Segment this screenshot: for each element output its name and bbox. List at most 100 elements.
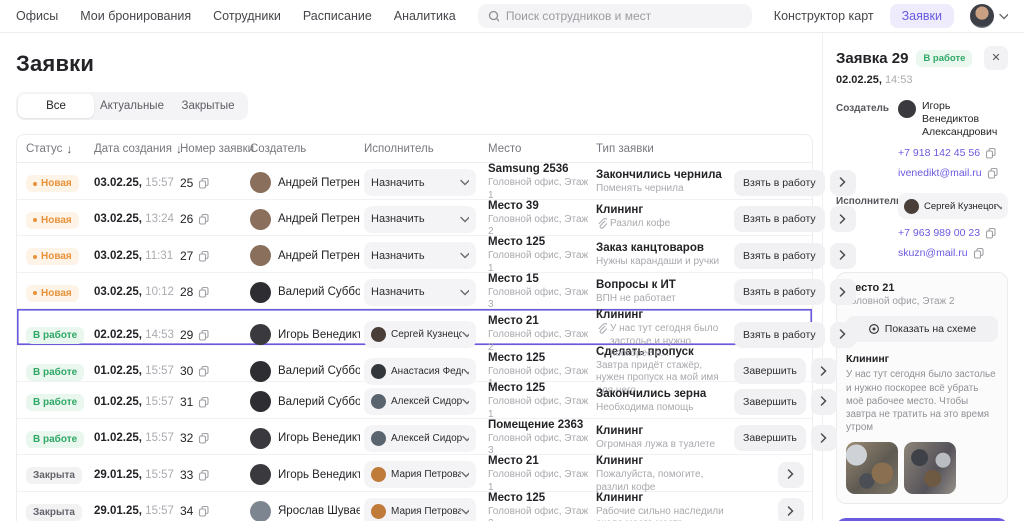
copy-icon[interactable] <box>198 432 210 444</box>
table-row[interactable]: Новая 03.02.25, 13:24 26 Андрей Петренко… <box>17 200 812 237</box>
assignee-dropdown[interactable]: Мария Петрова А. <box>364 498 476 521</box>
table-row[interactable]: Новая 03.02.25, 10:12 28 Валерий Субботи… <box>17 273 812 310</box>
request-type-cell: Клининг Пожалуйста, помогите, разлил коф… <box>596 455 730 494</box>
open-request-button[interactable] <box>778 462 804 488</box>
copy-icon[interactable] <box>985 147 997 159</box>
open-request-button[interactable] <box>830 322 856 348</box>
table-row[interactable]: В работе 02.02.25, 14:53 29 Игорь Венеди… <box>17 309 812 346</box>
open-request-button[interactable] <box>811 425 837 451</box>
assignee-dropdown[interactable]: Назначить <box>364 169 476 196</box>
nav-item-employees[interactable]: Сотрудники <box>213 9 281 23</box>
nav-item-analytics[interactable]: Аналитика <box>394 9 456 23</box>
column-header-type: Тип заявки <box>596 143 730 155</box>
place-cell: Помещение 2363 Головной офис, Этаж 3 <box>488 419 592 458</box>
open-request-button[interactable] <box>830 170 856 196</box>
column-header-status[interactable]: Статус↓ <box>26 142 90 156</box>
table-row[interactable]: Закрыта 29.01.25, 15:57 33 Игорь Венедик… <box>17 455 812 492</box>
request-type-cell: Клининг У нас тут сегодня было застолье … <box>596 309 730 361</box>
status-badge: В работе <box>26 364 84 381</box>
table-row[interactable]: В работе 01.02.25, 15:57 32 Игорь Венеди… <box>17 419 812 456</box>
open-request-button[interactable] <box>830 206 856 232</box>
assignee-dropdown[interactable]: Назначить <box>364 206 476 233</box>
copy-icon[interactable] <box>985 227 997 239</box>
assignee-dropdown[interactable]: Назначить <box>364 279 476 306</box>
copy-icon[interactable] <box>198 177 210 189</box>
search-input[interactable] <box>506 9 742 23</box>
assignee-dropdown[interactable]: Анастасия Федорова В. <box>364 358 476 385</box>
copy-icon[interactable] <box>198 396 210 408</box>
sort-desc-icon[interactable]: ↓ <box>66 142 72 156</box>
table-row[interactable]: Новая 03.02.25, 11:31 27 Андрей Петренко… <box>17 236 812 273</box>
chevron-right-icon <box>839 214 847 225</box>
action-button[interactable]: Взять в работу <box>734 206 825 232</box>
nav-item-schedule[interactable]: Расписание <box>303 9 372 23</box>
nav-item-my-bookings[interactable]: Мои бронирования <box>80 9 191 23</box>
action-button[interactable]: Взять в работу <box>734 279 825 305</box>
table-row[interactable]: Закрыта 29.01.25, 15:57 34 Ярослав Шувае… <box>17 492 812 521</box>
tab-all[interactable]: Все <box>18 94 94 118</box>
place-cell: Место 125 Головной офис, Этаж 1 <box>488 382 592 421</box>
chevron-down-icon <box>463 368 469 375</box>
action-button[interactable]: Взять в работу <box>734 322 825 348</box>
assignee-dropdown[interactable]: Алексей Сидоров П. <box>364 388 476 415</box>
assignee-avatar <box>371 504 386 519</box>
open-request-button[interactable] <box>811 358 837 384</box>
creator-cell: Андрей Петренко П. <box>250 245 360 266</box>
assignee-dropdown[interactable]: Сергей Кузнецов С. <box>364 321 476 348</box>
assignee-email-link[interactable]: skuzn@mail.ru <box>898 247 1008 259</box>
creator-email-link[interactable]: ivenedikt@mail.ru <box>898 167 1008 179</box>
creation-date: 03.02.25, 13:24 <box>94 213 176 225</box>
assignee-dropdown[interactable]: Мария Петрова А. <box>364 461 476 488</box>
open-request-button[interactable] <box>830 279 856 305</box>
request-number: 31 <box>180 395 193 409</box>
assignee-dropdown[interactable]: Алексей Сидоров П. <box>364 425 476 452</box>
nav-item-requests-active[interactable]: Заявки <box>890 4 954 28</box>
copy-icon[interactable] <box>198 213 210 225</box>
place-cell: Место 21 Головной офис, Этаж 2 <box>488 315 592 354</box>
open-request-button[interactable] <box>811 389 837 415</box>
user-menu[interactable] <box>970 4 1008 28</box>
copy-icon[interactable] <box>198 505 210 517</box>
copy-icon[interactable] <box>198 469 210 481</box>
copy-icon[interactable] <box>198 286 210 298</box>
nav-item-offices[interactable]: Офисы <box>16 9 58 23</box>
chevron-down-icon <box>462 435 469 442</box>
action-button[interactable]: Завершить <box>734 389 806 415</box>
attachment-photo[interactable] <box>846 442 898 494</box>
table-row[interactable]: В работе 01.02.25, 15:57 31 Валерий Субб… <box>17 382 812 419</box>
action-button[interactable]: Завершить <box>734 358 806 384</box>
action-button[interactable]: Взять в работу <box>734 170 825 196</box>
creator-cell: Игорь Венедиктов А. <box>250 428 360 449</box>
assignee-dropdown[interactable]: Назначить <box>364 242 476 269</box>
copy-icon[interactable] <box>198 365 210 377</box>
nav-item-map-builder[interactable]: Конструктор карт <box>774 9 874 23</box>
assignee-phone-link[interactable]: +7 963 989 00 23 <box>898 227 1008 239</box>
creator-avatar <box>250 324 271 345</box>
close-icon[interactable]: ✕ <box>984 46 1008 70</box>
creator-phone-link[interactable]: +7 918 142 45 56 <box>898 147 1008 159</box>
copy-icon[interactable] <box>987 167 999 179</box>
attachment-photo[interactable] <box>904 442 956 494</box>
creation-date: 01.02.25, 15:57 <box>94 396 176 408</box>
creator-avatar <box>898 100 916 118</box>
request-number: 33 <box>180 468 193 482</box>
open-request-button[interactable] <box>830 243 856 269</box>
copy-icon[interactable] <box>198 329 210 341</box>
tab-actual[interactable]: Актуальные <box>94 94 170 118</box>
column-header-date[interactable]: Дата создания↓ <box>94 142 176 156</box>
status-badge: Новая <box>26 285 79 302</box>
show-on-map-button[interactable]: Показать на схеме <box>846 316 998 342</box>
request-number: 29 <box>180 328 193 342</box>
tab-closed[interactable]: Закрытые <box>170 94 246 118</box>
status-badge: В работе <box>26 431 84 448</box>
copy-icon[interactable] <box>973 247 985 259</box>
global-search[interactable] <box>478 4 752 28</box>
copy-icon[interactable] <box>198 250 210 262</box>
action-button[interactable]: Взять в работу <box>734 243 825 269</box>
assignee-dropdown[interactable]: Сергей Кузнецов Семенович <box>898 193 1008 219</box>
table-row[interactable]: Новая 03.02.25, 15:57 25 Андрей Петренко… <box>17 163 812 200</box>
status-badge: Новая <box>26 212 79 229</box>
open-request-button[interactable] <box>778 498 804 521</box>
request-description: У нас тут сегодня было застолье и нужно … <box>846 368 998 434</box>
action-button[interactable]: Завершить <box>734 425 806 451</box>
